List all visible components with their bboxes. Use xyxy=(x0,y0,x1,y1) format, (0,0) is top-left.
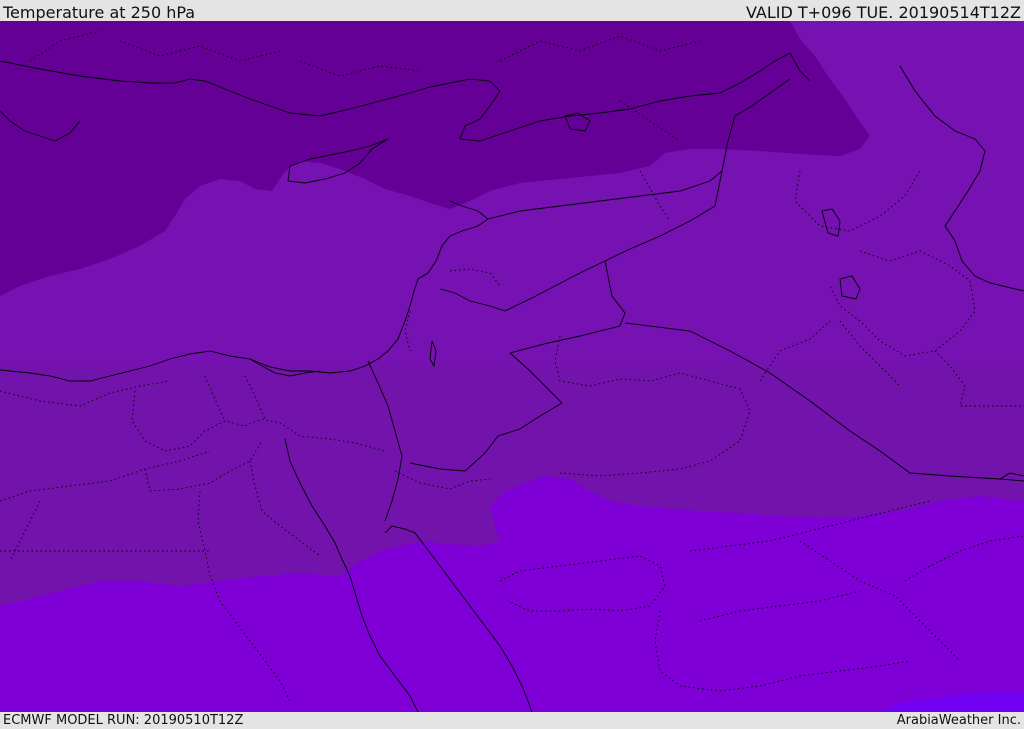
map-title: Temperature at 250 hPa xyxy=(3,3,196,22)
model-run-label: ECMWF MODEL RUN: 20190510T12Z xyxy=(3,713,244,728)
footer-bar: ECMWF MODEL RUN: 20190510T12Z ArabiaWeat… xyxy=(0,712,1024,729)
map-figure: Temperature at 250 hPa VALID T+096 TUE. … xyxy=(0,0,1024,729)
temperature-map xyxy=(0,21,1024,712)
header-bar: Temperature at 250 hPa VALID T+096 TUE. … xyxy=(0,0,1024,22)
valid-time-label: VALID T+096 TUE. 20190514T12Z xyxy=(745,3,1021,22)
credit-label: ArabiaWeather Inc. xyxy=(896,713,1021,728)
